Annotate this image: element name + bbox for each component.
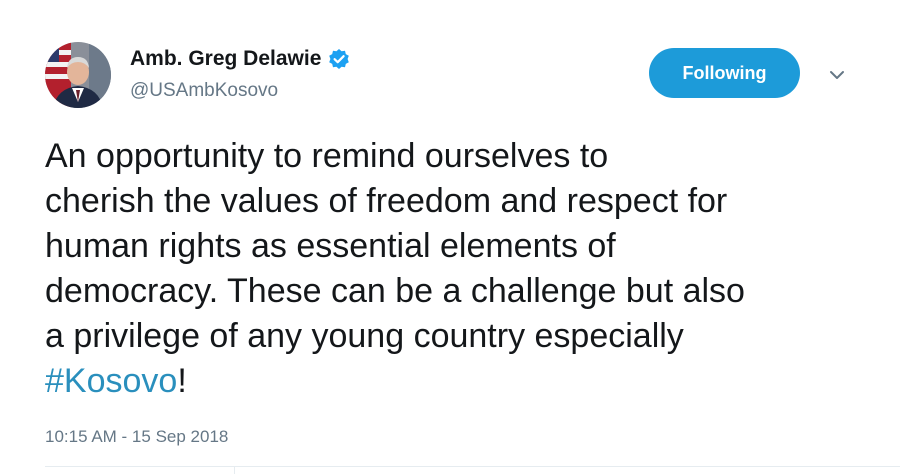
display-name[interactable]: Amb. Greg Delawie (130, 47, 321, 71)
hashtag-link[interactable]: #Kosovo (45, 362, 177, 400)
avatar[interactable] (45, 42, 111, 108)
author-handle[interactable]: @USAmbKosovo (130, 80, 278, 102)
tweet-timestamp[interactable]: 10:15 AM - 15 Sep 2018 (45, 427, 228, 447)
tweet-text-last-line: #Kosovo! (45, 359, 855, 404)
author-name-row[interactable]: Amb. Greg Delawie (130, 47, 350, 71)
divider (45, 466, 900, 467)
tweet-text-line: cherish the values of freedom and respec… (45, 182, 728, 220)
tweet-text-line: a privilege of any young country especia… (45, 317, 684, 355)
chevron-down-icon[interactable] (826, 64, 848, 86)
divider-tick (234, 466, 235, 474)
tweet-text-trailing: ! (177, 362, 187, 400)
tweet-text-line: democracy. These can be a challenge but … (45, 272, 745, 310)
tweet-text: An opportunity to remind ourselves to ch… (45, 134, 855, 404)
tweet-text-line: human rights as essential elements of (45, 227, 616, 265)
following-button[interactable]: Following (649, 48, 800, 98)
tweet-text-line: An opportunity to remind ourselves to (45, 137, 609, 175)
tweet-card: Amb. Greg Delawie @USAmbKosovo Following… (0, 0, 900, 474)
verified-badge-icon (328, 48, 350, 70)
avatar-image (45, 42, 111, 108)
